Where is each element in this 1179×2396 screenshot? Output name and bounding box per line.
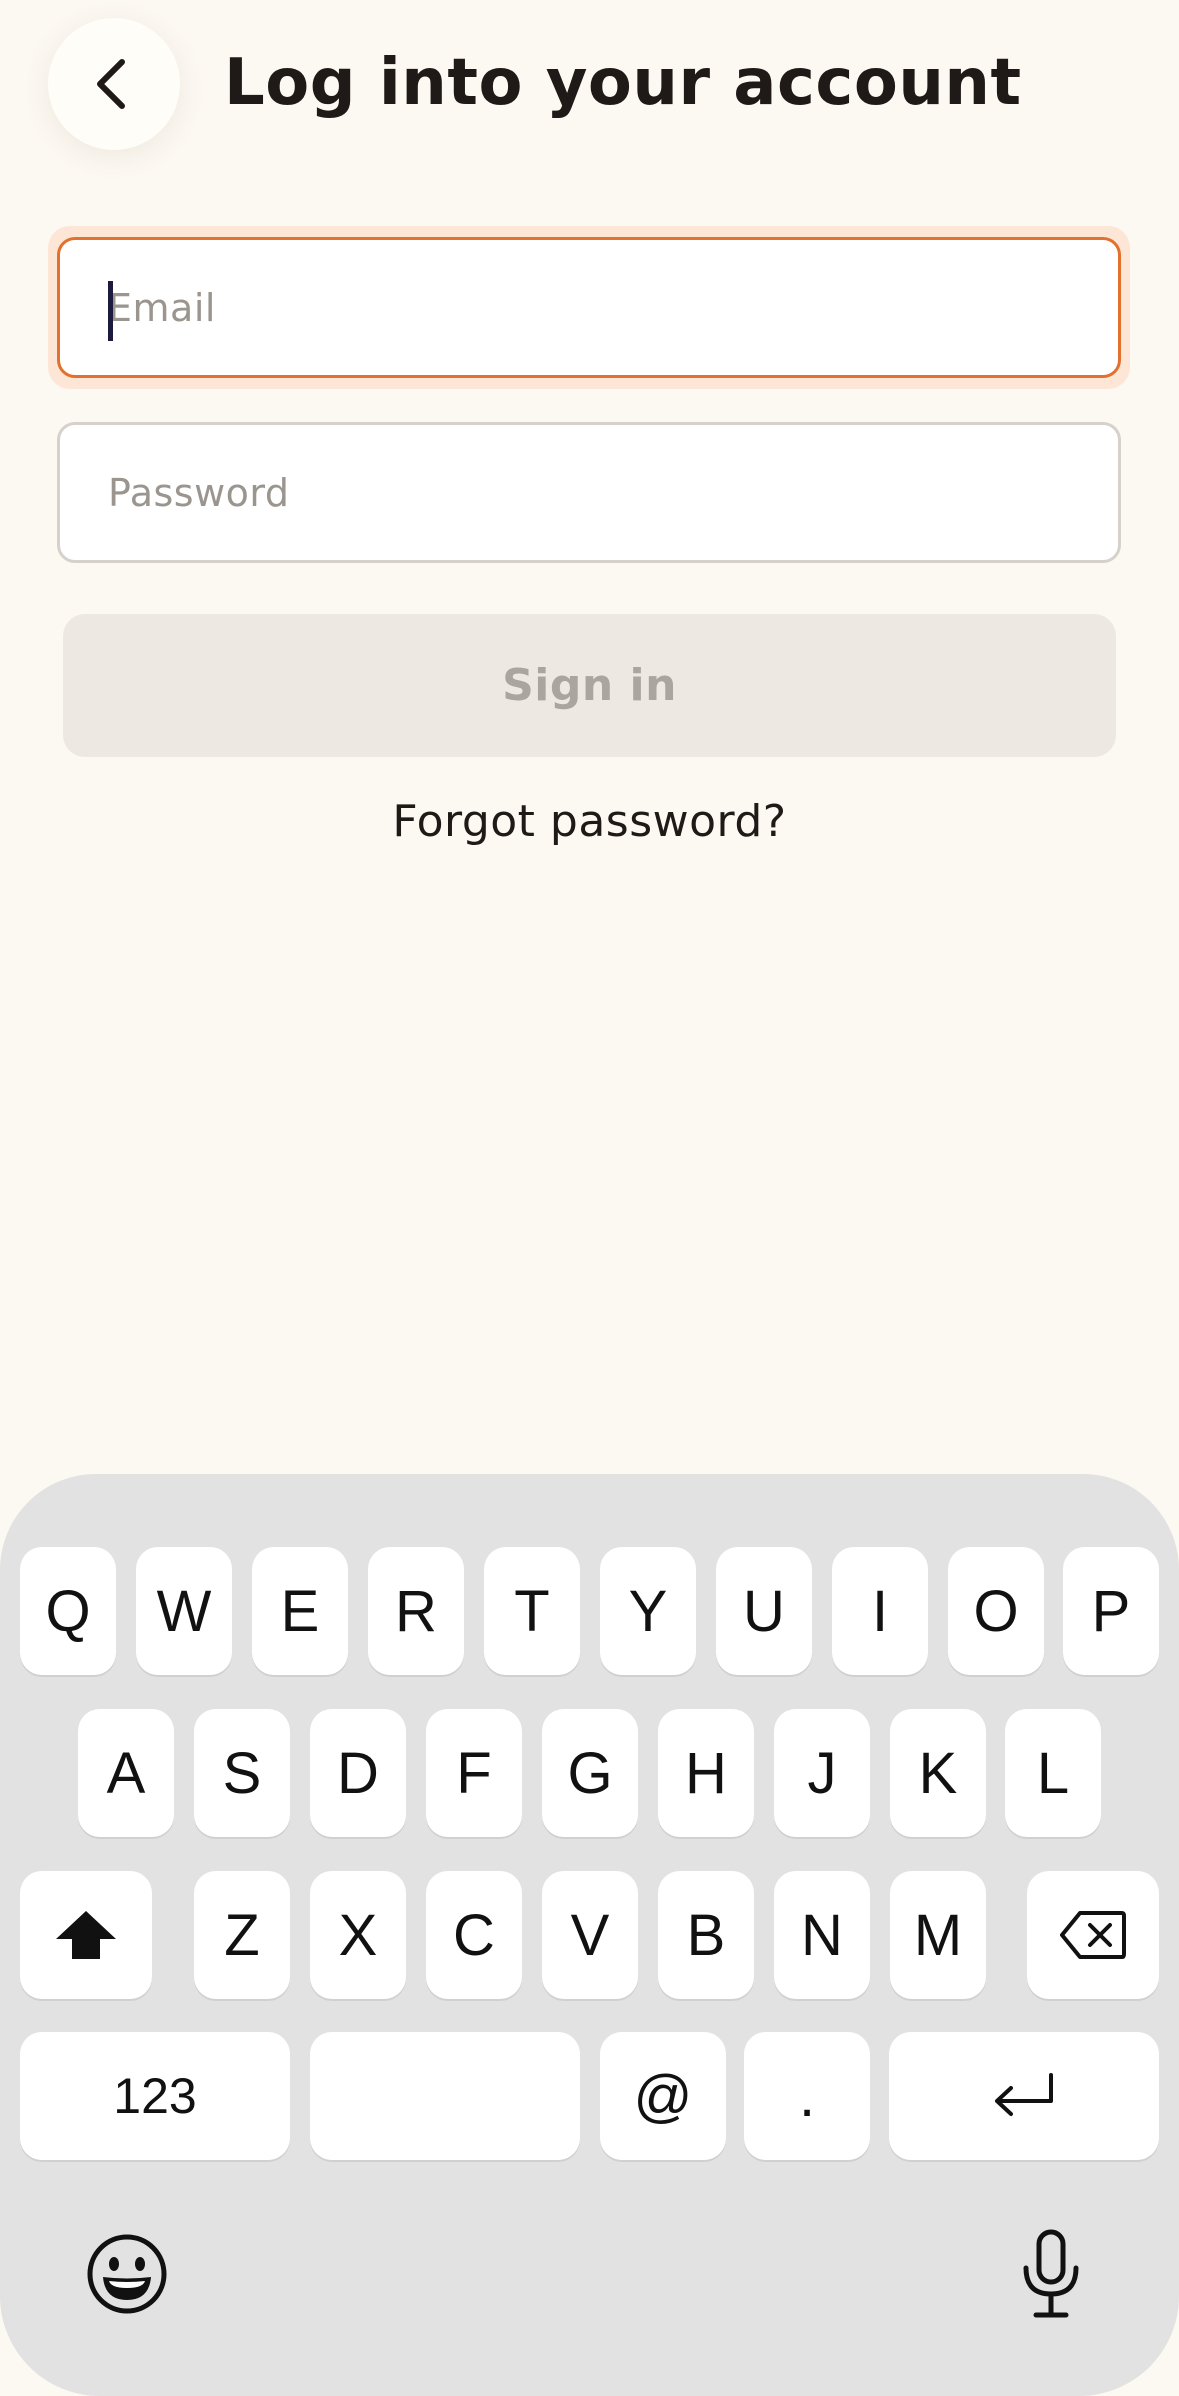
key[interactable]: U xyxy=(716,1547,812,1675)
space-key[interactable] xyxy=(310,2032,580,2160)
key[interactable]: G xyxy=(542,1709,638,1837)
key[interactable]: I xyxy=(832,1547,928,1675)
return-icon xyxy=(995,2073,1053,2116)
key[interactable]: V xyxy=(542,1871,638,1999)
page-title: Log into your account xyxy=(224,46,1022,120)
key[interactable]: T xyxy=(484,1547,580,1675)
forgot-password-link[interactable]: Forgot password? xyxy=(0,796,1179,847)
microphone-icon xyxy=(1023,2229,1079,2318)
key[interactable]: K xyxy=(890,1709,986,1837)
shift-icon xyxy=(56,1911,116,1959)
key[interactable]: X xyxy=(310,1871,406,1999)
chevron-left-icon xyxy=(97,59,125,109)
keyboard: Q W E R T Y U I O P A S D F G H J K L Z … xyxy=(0,1474,1179,2396)
key[interactable]: Q xyxy=(20,1547,116,1675)
key[interactable]: J xyxy=(774,1709,870,1837)
back-button[interactable] xyxy=(48,18,180,150)
email-field[interactable]: Email xyxy=(57,237,1121,378)
password-field[interactable]: Password xyxy=(57,422,1121,563)
emoji-button[interactable] xyxy=(82,2229,172,2319)
key[interactable]: D xyxy=(310,1709,406,1837)
key[interactable]: M xyxy=(890,1871,986,1999)
key[interactable]: B xyxy=(658,1871,754,1999)
sign-in-button[interactable]: Sign in xyxy=(63,614,1116,757)
password-placeholder: Password xyxy=(108,470,290,515)
emoji-icon xyxy=(87,2234,167,2314)
return-key[interactable] xyxy=(889,2032,1159,2160)
key[interactable]: Z xyxy=(194,1871,290,1999)
backspace-key[interactable] xyxy=(1027,1871,1159,1999)
key[interactable]: W xyxy=(136,1547,232,1675)
key[interactable]: S xyxy=(194,1709,290,1837)
numbers-key[interactable]: 123 xyxy=(20,2032,290,2160)
microphone-button[interactable] xyxy=(1006,2224,1096,2324)
key[interactable]: C xyxy=(426,1871,522,1999)
key[interactable]: N xyxy=(774,1871,870,1999)
key[interactable]: L xyxy=(1005,1709,1101,1837)
key[interactable]: P xyxy=(1063,1547,1159,1675)
key[interactable]: R xyxy=(368,1547,464,1675)
shift-key[interactable] xyxy=(20,1871,152,1999)
key[interactable]: A xyxy=(78,1709,174,1837)
at-key[interactable]: @ xyxy=(600,2032,726,2160)
period-key[interactable]: . xyxy=(744,2032,870,2160)
key[interactable]: E xyxy=(252,1547,348,1675)
key[interactable]: H xyxy=(658,1709,754,1837)
key[interactable]: O xyxy=(948,1547,1044,1675)
email-placeholder: Email xyxy=(108,285,216,330)
key[interactable]: Y xyxy=(600,1547,696,1675)
backspace-icon xyxy=(1060,1911,1126,1959)
key[interactable]: F xyxy=(426,1709,522,1837)
text-caret xyxy=(108,281,113,341)
